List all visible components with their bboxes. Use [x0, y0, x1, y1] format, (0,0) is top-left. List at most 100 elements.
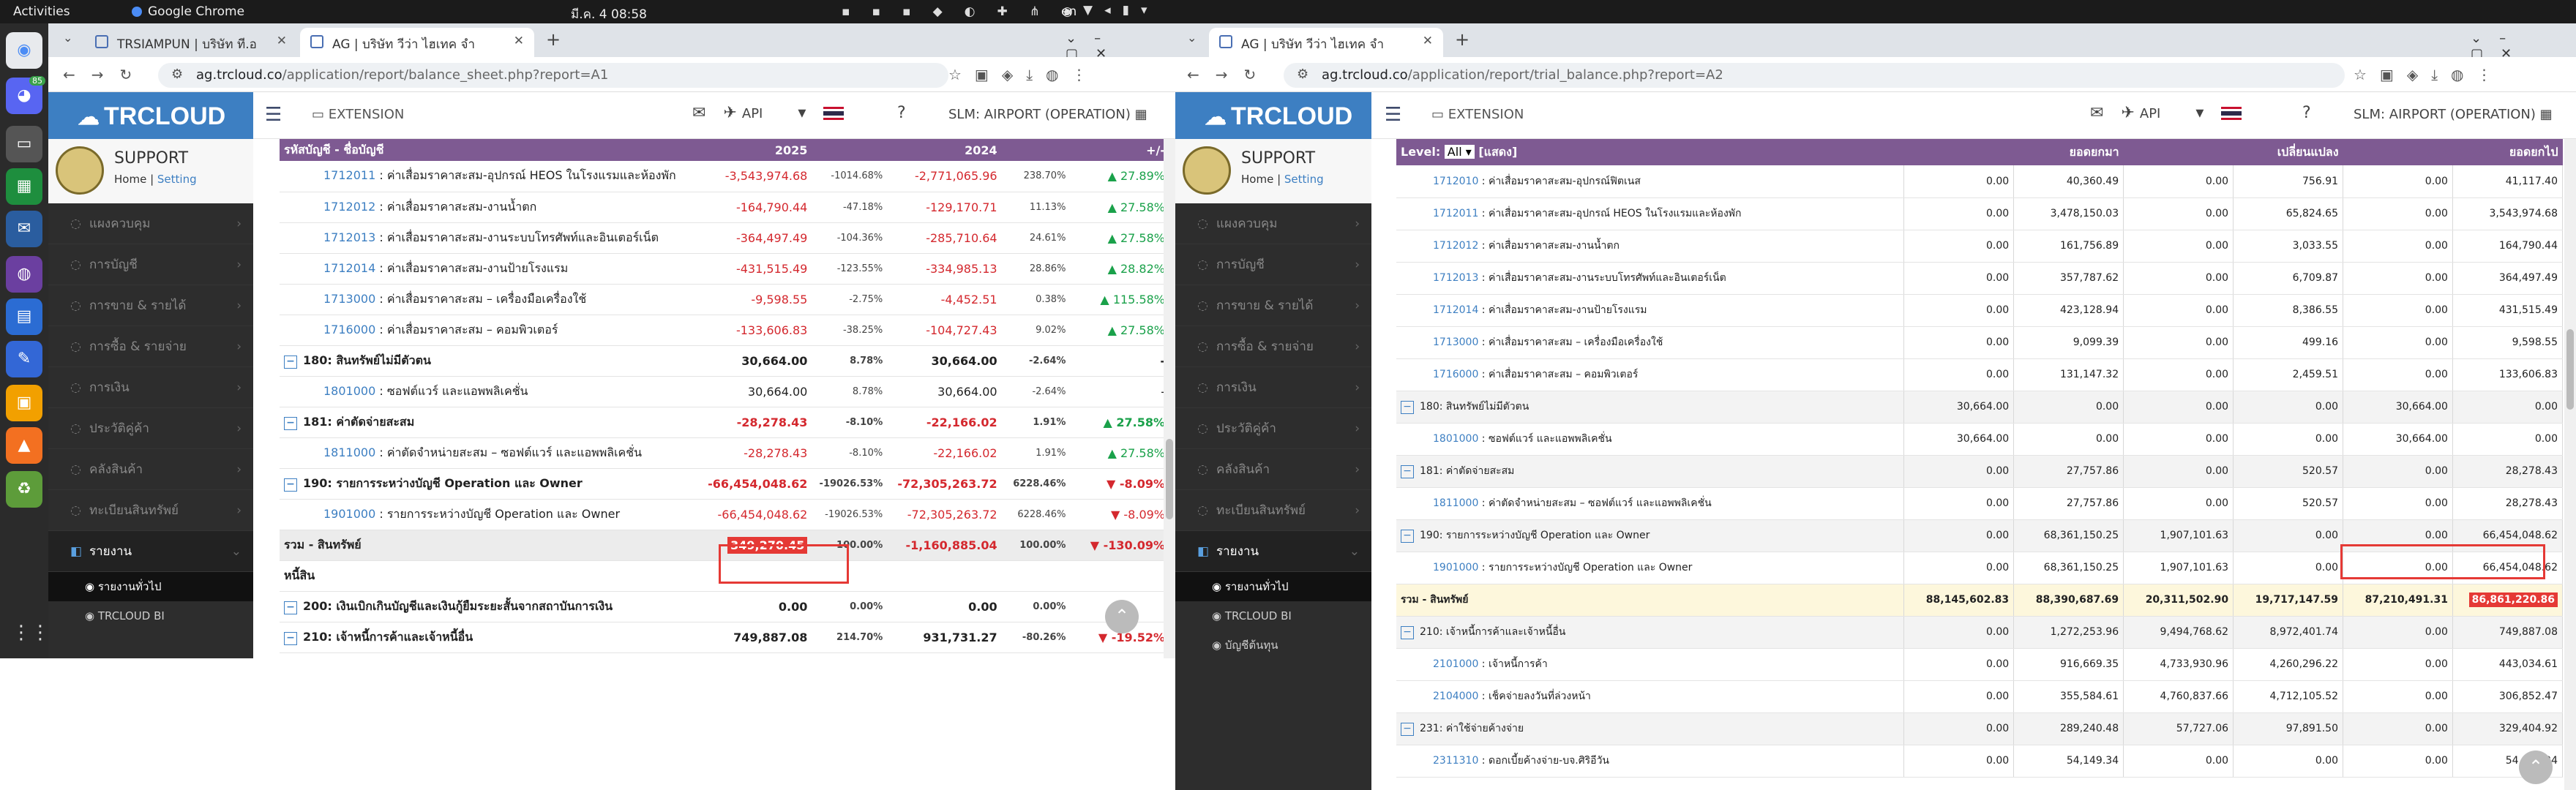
avatar[interactable] — [56, 146, 104, 195]
extension-icons[interactable]: ☆▣◈⤓◍⋮ — [948, 66, 1100, 83]
account-code[interactable]: 1811000 — [1433, 497, 1478, 509]
account-code[interactable]: 1712011 — [1433, 208, 1478, 219]
scrollbar[interactable] — [1164, 139, 1175, 658]
hamburger-menu-icon[interactable]: ☰ — [1385, 104, 1401, 126]
firefox-dock-icon[interactable]: ◍ — [6, 256, 42, 293]
collapse-icon[interactable]: − — [1401, 626, 1414, 639]
sidebar-item[interactable]: ◌ การบัญชี › — [1175, 244, 1371, 285]
account-code[interactable]: 1801000 — [323, 384, 375, 398]
company-selector[interactable]: SLM: AIRPORT (OPERATION) ▦ — [948, 107, 1147, 122]
account-code[interactable]: 1712012 — [323, 200, 375, 214]
tab-trsiampun[interactable]: TRSIAMPUN | บริษัท ที.อ ✕ — [85, 28, 297, 57]
scrollbar[interactable] — [2564, 139, 2576, 790]
tray-icons[interactable]: ▪▪▪◆◐✚⋔◉ — [842, 4, 1095, 19]
sidebar-item[interactable]: ◌ คลังสินค้า › — [48, 449, 253, 490]
spreadsheet-dock-icon[interactable]: ▦ — [6, 168, 42, 205]
sidebar-item[interactable]: ◌ คลังสินค้า › — [1175, 449, 1371, 490]
url-field[interactable]: ⚙ ag.trcloud.co/application/report/balanc… — [158, 63, 948, 88]
account-code[interactable]: 1716000 — [1433, 369, 1478, 380]
setting-link[interactable]: Setting — [157, 173, 197, 186]
account-code[interactable]: 1712012 — [1433, 240, 1478, 252]
account-code[interactable]: 1901000 — [1433, 562, 1478, 573]
sidebar-item[interactable]: ◧ รายงาน ⌄ — [48, 531, 253, 572]
collapse-icon[interactable]: − — [1401, 401, 1414, 414]
sidebar-item[interactable]: ◌ การซื้อ & รายจ่าย › — [48, 326, 253, 367]
recycle-dock-icon[interactable]: ♻ — [6, 471, 42, 508]
collapse-icon[interactable]: − — [284, 631, 297, 645]
collapse-icon[interactable]: − — [284, 416, 297, 430]
sidebar-item[interactable]: ◌ การซื้อ & รายจ่าย › — [1175, 326, 1371, 367]
extension-link[interactable]: ▭ EXTENSION — [1431, 107, 1524, 122]
site-info-icon[interactable]: ⚙ — [171, 67, 183, 82]
extension-icons[interactable]: ☆▣◈⤓◍⋮ — [2354, 66, 2505, 83]
dropdown-chevron-icon[interactable]: ▾ — [798, 104, 806, 122]
thai-flag-icon[interactable] — [823, 107, 845, 120]
scrollbar-thumb[interactable] — [1166, 439, 1173, 519]
sidebar-item[interactable]: ◌ การเงิน › — [1175, 367, 1371, 408]
api-link[interactable]: ✈ API — [2121, 104, 2178, 122]
account-code[interactable]: 1712014 — [1433, 304, 1478, 316]
hamburger-menu-icon[interactable]: ☰ — [265, 104, 282, 126]
help-icon[interactable]: ? — [2302, 104, 2311, 122]
sidebar-item[interactable]: ◌ การขาย & รายได้ › — [1175, 285, 1371, 326]
collapse-icon[interactable]: − — [1401, 465, 1414, 478]
account-code[interactable]: 1801000 — [1433, 433, 1478, 445]
sidebar-item[interactable]: ◌ การขาย & รายได้ › — [48, 285, 253, 326]
collapse-icon[interactable]: − — [284, 601, 297, 614]
submenu-item[interactable]: ◉ บัญชีต้นทุน — [1175, 631, 1371, 660]
activities-button[interactable]: Activities — [13, 4, 70, 19]
tab-list-chevron-icon[interactable]: ⌄ — [63, 31, 72, 45]
url-field[interactable]: ⚙ ag.trcloud.co/application/report/trial_… — [1284, 63, 2345, 88]
vlc-dock-icon[interactable]: ▲ — [6, 427, 42, 464]
submenu-item[interactable]: ◉ TRCLOUD BI — [48, 601, 253, 631]
close-tab-icon[interactable]: ✕ — [514, 34, 524, 48]
sidebar-item[interactable]: ◌ การเงิน › — [48, 367, 253, 408]
account-code[interactable]: 1712013 — [323, 230, 375, 244]
thunderbird-dock-icon[interactable]: ✉ — [6, 211, 42, 247]
tab-ag[interactable]: AG | บริษัท วีว่า ไฮเทค จำ ✕ — [1209, 28, 1443, 57]
company-selector[interactable]: SLM: AIRPORT (OPERATION) ▦ — [2354, 107, 2553, 122]
language-indicator[interactable]: en — [1061, 4, 1077, 19]
sidebar-item[interactable]: ◌ แผงควบคุม › — [1175, 203, 1371, 244]
account-code[interactable]: 1712011 — [323, 168, 375, 182]
tab-ag[interactable]: AG | บริษัท วีว่า ไฮเทค จำ ✕ — [300, 28, 534, 57]
account-code[interactable]: 2104000 — [1433, 691, 1478, 702]
account-code[interactable]: 1811000 — [323, 445, 375, 459]
dropdown-chevron-icon[interactable]: ▾ — [2195, 104, 2204, 122]
site-info-icon[interactable]: ⚙ — [1297, 67, 1308, 82]
show-button[interactable]: [แสดง] — [1478, 145, 1517, 159]
account-code[interactable]: 1712013 — [1433, 272, 1478, 284]
collapse-icon[interactable]: − — [284, 478, 297, 492]
scroll-to-top-icon[interactable]: ⌃ — [1105, 600, 1139, 633]
account-code[interactable]: 2101000 — [1433, 658, 1478, 670]
new-tab-icon[interactable]: + — [546, 29, 561, 50]
new-tab-icon[interactable]: + — [1455, 29, 1469, 50]
sidebar-item[interactable]: ◌ ประวัติคู่ค้า › — [48, 408, 253, 449]
scroll-to-top-icon[interactable]: ⌃ — [2519, 750, 2553, 784]
trcloud-logo[interactable]: ☁ TRCLOUD — [48, 92, 253, 139]
avatar[interactable] — [1183, 146, 1231, 195]
sidebar-item[interactable]: ◌ แผงควบคุม › — [48, 203, 253, 244]
account-code[interactable]: 2311310 — [1433, 755, 1478, 767]
clock[interactable]: มี.ค. 4 08:58 — [571, 4, 647, 24]
account-code[interactable]: 1712014 — [323, 261, 375, 275]
submenu-item[interactable]: ◉ TRCLOUD BI — [1175, 601, 1371, 631]
app-menu[interactable]: Google Chrome — [132, 4, 244, 19]
system-status-icons[interactable]: ▼◂▮▾ — [1083, 3, 1159, 18]
chrome-dock-icon[interactable]: ◉ — [6, 32, 42, 69]
help-icon[interactable]: ? — [897, 104, 906, 122]
trcloud-logo[interactable]: ☁ TRCLOUD — [1175, 92, 1371, 139]
collapse-icon[interactable]: − — [284, 355, 297, 369]
sidebar-item[interactable]: ◌ ทะเบียนสินทรัพย์ › — [1175, 490, 1371, 531]
collapse-icon[interactable]: − — [1401, 530, 1414, 543]
nav-buttons[interactable]: ←→↻ — [63, 66, 148, 83]
api-link[interactable]: ✈ API — [723, 104, 780, 122]
account-code[interactable]: 1713000 — [1433, 336, 1478, 348]
account-code[interactable]: 1901000 — [323, 507, 375, 521]
tab-list-chevron-icon[interactable]: ⌄ — [1187, 31, 1197, 45]
sidebar-item[interactable]: ◌ ประวัติคู่ค้า › — [1175, 408, 1371, 449]
impress-dock-icon[interactable]: ▣ — [6, 385, 42, 421]
thai-flag-icon[interactable] — [2221, 107, 2242, 120]
setting-link[interactable]: Setting — [1284, 173, 1324, 186]
sidebar-item[interactable]: ◌ ทะเบียนสินทรัพย์ › — [48, 490, 253, 531]
